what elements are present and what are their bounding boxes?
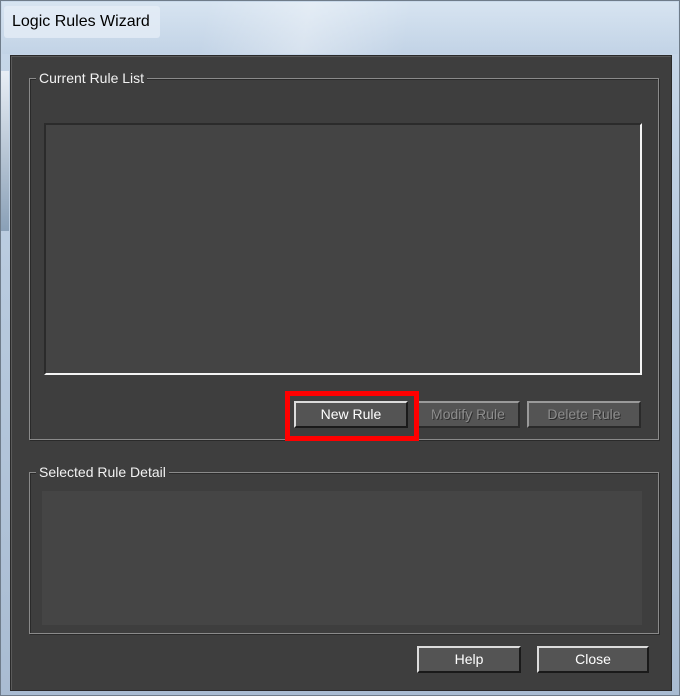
close-button[interactable]: Close [537, 646, 649, 673]
title-bar[interactable]: Logic Rules Wizard [2, 2, 678, 54]
logic-rules-wizard-window: Logic Rules Wizard Current Rule List New… [0, 0, 680, 696]
selected-rule-detail-box [42, 491, 642, 625]
selected-rule-detail-legend: Selected Rule Detail [36, 463, 169, 481]
selected-rule-detail-group: Selected Rule Detail [29, 463, 659, 634]
dialog-client-area: Current Rule List New Rule Modify Rule D… [10, 55, 672, 691]
window-frame-edge [1, 71, 9, 231]
help-button[interactable]: Help [417, 646, 521, 673]
rule-list-box[interactable] [44, 123, 642, 375]
new-rule-button[interactable]: New Rule [294, 401, 408, 428]
window-title: Logic Rules Wizard [4, 6, 160, 38]
current-rule-list-group: Current Rule List New Rule Modify Rule D… [29, 69, 659, 440]
current-rule-list-legend: Current Rule List [36, 69, 148, 87]
modify-rule-button[interactable]: Modify Rule [416, 401, 520, 428]
delete-rule-button[interactable]: Delete Rule [527, 401, 641, 428]
